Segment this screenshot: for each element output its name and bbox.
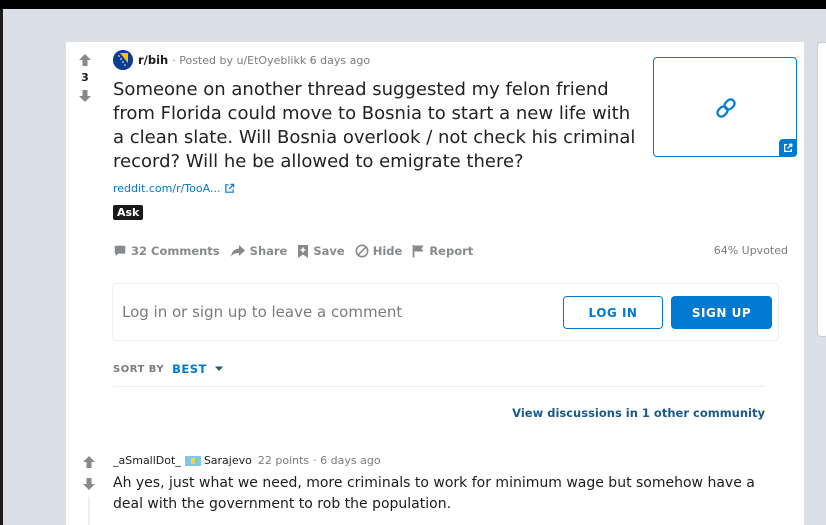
share-icon [230,245,245,257]
comment-body: Ah yes, just what we need, more criminal… [113,475,755,512]
report-button[interactable]: Report [412,244,473,258]
save-label: Save [313,244,345,258]
comment-vote-column [81,454,97,492]
comment-login-prompt: Log in or sign up to leave a comment [122,303,403,321]
sort-value[interactable]: BEST [172,362,207,376]
comment-upvote-icon[interactable] [81,454,97,470]
sort-by-label: SORT BY [113,363,165,375]
external-link-icon [225,183,235,193]
chevron-down-icon[interactable] [213,365,225,373]
comment-author[interactable]: _aSmallDot_ [113,454,181,467]
comment-time[interactable]: · 6 days ago [313,454,380,467]
subreddit-link[interactable]: r/bih [138,53,168,67]
post-title[interactable]: Someone on another thread suggested my f… [113,78,643,174]
sort-control[interactable]: SORT BY BEST [113,362,225,376]
comment-downvote-icon[interactable] [81,476,97,492]
save-button[interactable]: Save [297,244,345,259]
comment-icon [114,245,126,257]
upvote-ratio: 64% Upvoted [713,244,788,257]
report-label: Report [429,244,474,258]
left-edge [0,9,3,525]
post-flair[interactable]: Ask [113,205,144,220]
share-label: Share [249,244,288,258]
sidebar-panel-edge [817,42,826,337]
posted-by[interactable]: · Posted by u/EtOyeblikk 6 days ago [172,54,370,67]
post-card: 3 r/bih · Posted by u/EtOyeblikk 6 days … [66,42,804,525]
comment-meta: _aSmallDot_ Sarajevo 22 points · 6 days … [113,454,381,467]
sign-up-button[interactable]: SIGN UP [671,296,772,329]
post-actions: 32 Comments Share Save Hide Report [113,240,483,262]
comments-label: 32 Comments [131,244,220,258]
link-chain-icon [716,98,736,118]
comment-points: 22 points [257,454,310,467]
post-meta: r/bih · Posted by u/EtOyeblikk 6 days ag… [113,50,370,70]
post-link[interactable]: reddit.com/r/TooA... [113,182,235,195]
flag-icon [184,455,201,466]
post-score: 3 [81,71,89,84]
post-link-text[interactable]: reddit.com/r/TooA... [113,182,220,195]
log-in-button[interactable]: LOG IN [563,296,663,329]
link-thumbnail[interactable] [653,57,797,157]
share-button[interactable]: Share [230,244,288,258]
upvote-arrow-icon[interactable] [77,52,93,68]
comment-login-box: Log in or sign up to leave a comment LOG… [112,283,779,341]
subreddit-icon[interactable] [113,50,133,70]
sort-divider [113,386,765,387]
flag-icon [412,245,424,258]
hide-button[interactable]: Hide [355,244,403,258]
comment-thread-line[interactable] [88,497,90,525]
top-bar [0,0,826,9]
comments-button[interactable]: 32 Comments [113,244,220,258]
downvote-arrow-icon[interactable] [77,88,93,104]
post-vote-column: 3 [77,52,93,104]
hide-icon [355,244,369,258]
comment-user-flair: Sarajevo [203,454,252,467]
bookmark-plus-icon [298,244,309,258]
hide-label: Hide [372,244,403,258]
open-external-icon[interactable] [779,139,797,157]
other-discussions-link[interactable]: View discussions in 1 other community [512,406,765,420]
